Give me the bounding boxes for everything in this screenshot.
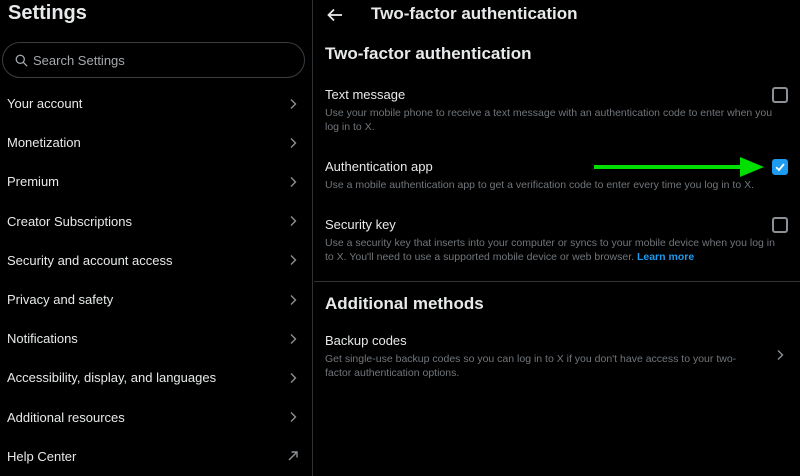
chevron-right-icon [290,176,297,187]
search-icon [15,54,28,66]
sidebar-item-label: Additional resources [7,409,125,425]
back-arrow-icon[interactable] [326,6,344,24]
option-backup-codes[interactable]: Backup codes Get single-use backup codes… [325,333,765,380]
option-text-message[interactable]: Text message Use your mobile phone to re… [325,87,795,134]
section-heading-additional: Additional methods [325,294,484,313]
sidebar-title: Settings [8,2,87,24]
sidebar-item-premium[interactable]: Premium [0,162,313,201]
sidebar-item-label: Privacy and safety [7,292,114,308]
sidebar-item-creator-subscriptions[interactable]: Creator Subscriptions [0,202,313,241]
sidebar-item-label: Help Center [7,448,77,464]
chevron-right-icon [290,98,297,109]
sidebar-item-privacy[interactable]: Privacy and safety [0,280,313,319]
settings-menu: Your account Monetization Premium Creato… [0,84,313,476]
checkmark-icon [775,163,785,172]
sidebar-item-monetization[interactable]: Monetization [0,123,313,162]
chevron-right-icon [777,350,784,360]
search-input[interactable] [33,52,283,68]
chevron-right-icon [290,372,297,383]
sidebar-item-label: Security and account access [7,252,173,268]
chevron-right-icon [290,137,297,148]
chevron-right-icon [290,294,297,305]
section-divider [314,281,800,282]
option-description: Use your mobile phone to receive a text … [325,107,773,133]
external-link-icon [288,451,298,461]
chevron-right-icon [290,333,297,344]
section-heading-2fa: Two-factor authentication [325,44,532,63]
sidebar-item-label: Notifications [7,331,78,347]
option-security-key[interactable]: Security key Use a security key that ins… [325,217,795,264]
sidebar-item-label: Accessibility, display, and languages [7,370,217,386]
security-key-checkbox[interactable] [772,217,788,233]
sidebar-item-label: Your account [7,96,83,112]
sidebar-item-help-center[interactable]: Help Center [0,437,313,476]
sidebar-item-label: Monetization [7,135,81,151]
chevron-right-icon [290,255,297,266]
sidebar-item-accessibility[interactable]: Accessibility, display, and languages [0,358,313,397]
sidebar-item-additional-resources[interactable]: Additional resources [0,398,313,437]
panel-header: Two-factor authentication [314,0,800,30]
chevron-right-icon [290,412,297,423]
settings-sidebar: Settings Your account Monetization Premi… [0,0,313,476]
sidebar-item-your-account[interactable]: Your account [0,84,313,123]
sidebar-item-label: Creator Subscriptions [7,213,132,229]
annotation-arrow-icon [594,157,764,177]
sidebar-item-security[interactable]: Security and account access [0,241,313,280]
security-key-description: Use a security key that inserts into you… [325,237,775,263]
text-message-checkbox[interactable] [772,87,788,103]
option-title: Security key [325,217,396,232]
search-box[interactable] [2,42,305,78]
option-description: Use a security key that inserts into you… [325,237,780,264]
sidebar-item-notifications[interactable]: Notifications [0,319,313,358]
chevron-right-icon [290,216,297,227]
two-factor-panel: Two-factor authentication Two-factor aut… [314,0,800,476]
authentication-app-checkbox[interactable] [772,159,788,175]
option-description: Use a mobile authentication app to get a… [325,179,754,191]
page-title: Two-factor authentication [371,4,578,23]
sidebar-item-label: Premium [7,174,60,190]
option-title: Backup codes [325,333,407,348]
learn-more-link[interactable]: Learn more [637,251,694,263]
option-description: Get single-use backup codes so you can l… [325,353,737,379]
option-title: Text message [325,87,406,102]
